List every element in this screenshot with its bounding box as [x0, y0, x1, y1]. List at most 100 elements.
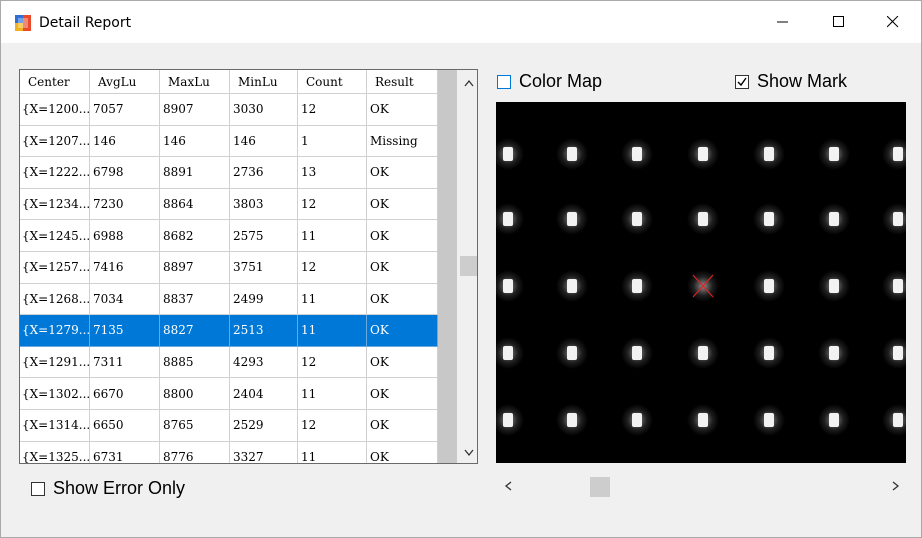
table-cell[interactable]: 12: [298, 346, 367, 379]
table-cell[interactable]: OK: [367, 188, 438, 221]
table-row[interactable]: {X=1222... 6798 8891 2736 13 OK: [20, 157, 438, 189]
table-row[interactable]: {X=1234... 7230 8864 3803 12 OK: [20, 188, 438, 221]
table-cell[interactable]: 146: [230, 125, 298, 158]
table-cell[interactable]: OK: [367, 409, 438, 442]
table-cell[interactable]: OK: [367, 251, 438, 284]
table-row[interactable]: {X=1302... 6670 8800 2404 11 OK: [20, 378, 438, 410]
table-cell[interactable]: 4293: [230, 346, 298, 379]
image-viewer[interactable]: [496, 102, 906, 463]
table-cell[interactable]: 8800: [160, 378, 230, 410]
table-cell[interactable]: OK: [367, 441, 438, 463]
table-cell[interactable]: 8682: [160, 220, 230, 252]
table-cell[interactable]: 6798: [90, 157, 160, 189]
table-cell[interactable]: 2404: [230, 378, 298, 410]
table-cell[interactable]: 2575: [230, 220, 298, 252]
table-cell[interactable]: {X=1314...: [20, 409, 90, 442]
table-cell[interactable]: OK: [367, 346, 438, 379]
table-cell[interactable]: 7135: [90, 315, 160, 347]
table-cell[interactable]: 8765: [160, 409, 230, 442]
table-cell[interactable]: OK: [367, 315, 438, 347]
scroll-up-button[interactable]: [459, 74, 477, 91]
table-cell[interactable]: 12: [298, 94, 367, 126]
table-cell[interactable]: 12: [298, 251, 367, 284]
table-row[interactable]: {X=1207... 146 146 146 1 Missing: [20, 125, 438, 158]
table-cell[interactable]: 12: [298, 409, 367, 442]
image-horizontal-scrollbar[interactable]: [496, 473, 906, 499]
table-cell[interactable]: OK: [367, 283, 438, 316]
table-cell[interactable]: 8864: [160, 188, 230, 221]
column-header-maxlu[interactable]: MaxLu: [160, 70, 230, 94]
table-scroll-thumb[interactable]: [460, 256, 477, 276]
table-cell[interactable]: 2513: [230, 315, 298, 347]
table-row[interactable]: {X=1279... 7135 8827 2513 11 OK: [20, 315, 438, 347]
table-cell[interactable]: OK: [367, 378, 438, 410]
table-cell[interactable]: 8897: [160, 251, 230, 284]
table-cell[interactable]: 12: [298, 188, 367, 221]
table-cell[interactable]: 7034: [90, 283, 160, 316]
scroll-right-button[interactable]: [888, 477, 904, 495]
table-row[interactable]: {X=1245... 6988 8682 2575 11 OK: [20, 220, 438, 252]
table-cell[interactable]: {X=1291...: [20, 346, 90, 379]
close-button[interactable]: [867, 1, 919, 43]
table-row[interactable]: {X=1325... 6731 8776 3327 11 OK: [20, 441, 438, 463]
table-cell[interactable]: {X=1234...: [20, 188, 90, 221]
table-row[interactable]: {X=1200... 7057 8907 3030 12 OK: [20, 94, 438, 126]
table-cell[interactable]: {X=1257...: [20, 251, 90, 284]
table-vertical-scrollbar[interactable]: [438, 70, 477, 463]
table-cell[interactable]: 3327: [230, 441, 298, 463]
scroll-left-button[interactable]: [500, 477, 516, 495]
table-cell[interactable]: 7057: [90, 94, 160, 126]
table-cell[interactable]: 3030: [230, 94, 298, 126]
column-header-minlu[interactable]: MinLu: [230, 70, 298, 94]
column-header-center[interactable]: Center: [20, 70, 90, 94]
table-cell[interactable]: 8885: [160, 346, 230, 379]
table-cell[interactable]: {X=1200...: [20, 94, 90, 126]
color-map-box[interactable]: [497, 74, 511, 89]
table-cell[interactable]: {X=1279...: [20, 315, 90, 347]
table-cell[interactable]: 6731: [90, 441, 160, 463]
table-cell[interactable]: 11: [298, 441, 367, 463]
table-cell[interactable]: 11: [298, 220, 367, 252]
table-cell[interactable]: 2529: [230, 409, 298, 442]
table-cell[interactable]: 3803: [230, 188, 298, 221]
table-cell[interactable]: OK: [367, 94, 438, 126]
table-cell[interactable]: 7230: [90, 188, 160, 221]
table-cell[interactable]: {X=1302...: [20, 378, 90, 410]
image-scroll-thumb[interactable]: [590, 477, 610, 497]
table-row[interactable]: {X=1268... 7034 8837 2499 11 OK: [20, 283, 438, 316]
column-header-count[interactable]: Count: [298, 70, 367, 94]
table-cell[interactable]: 6988: [90, 220, 160, 252]
table-cell[interactable]: 11: [298, 283, 367, 316]
table-cell[interactable]: {X=1325...: [20, 441, 90, 463]
color-map-checkbox[interactable]: Color Map: [497, 71, 602, 92]
table-cell[interactable]: Missing: [367, 125, 438, 158]
table-cell[interactable]: 3751: [230, 251, 298, 284]
show-error-only-checkbox[interactable]: Show Error Only: [31, 478, 185, 499]
column-header-result[interactable]: Result: [367, 70, 438, 94]
table-row[interactable]: {X=1291... 7311 8885 4293 12 OK: [20, 346, 438, 379]
table-cell[interactable]: 8776: [160, 441, 230, 463]
table-cell[interactable]: OK: [367, 157, 438, 189]
table-cell[interactable]: 1: [298, 125, 367, 158]
result-table[interactable]: Center AvgLu MaxLu MinLu Count Result {X…: [19, 69, 478, 464]
table-cell[interactable]: OK: [367, 220, 438, 252]
table-cell[interactable]: 8907: [160, 94, 230, 126]
table-cell[interactable]: 146: [90, 125, 160, 158]
column-header-avglu[interactable]: AvgLu: [90, 70, 160, 94]
show-mark-box[interactable]: [735, 74, 749, 89]
table-cell[interactable]: 2499: [230, 283, 298, 316]
table-cell[interactable]: {X=1222...: [20, 157, 90, 189]
table-cell[interactable]: 7416: [90, 251, 160, 284]
table-cell[interactable]: 6670: [90, 378, 160, 410]
table-cell[interactable]: 6650: [90, 409, 160, 442]
table-cell[interactable]: {X=1245...: [20, 220, 90, 252]
table-cell[interactable]: 2736: [230, 157, 298, 189]
table-cell[interactable]: 8891: [160, 157, 230, 189]
table-cell[interactable]: 13: [298, 157, 367, 189]
show-error-only-box[interactable]: [31, 481, 45, 496]
table-cell[interactable]: {X=1268...: [20, 283, 90, 316]
table-cell[interactable]: 7311: [90, 346, 160, 379]
table-row[interactable]: {X=1314... 6650 8765 2529 12 OK: [20, 409, 438, 442]
maximize-button[interactable]: [813, 1, 865, 43]
table-cell[interactable]: {X=1207...: [20, 125, 90, 158]
